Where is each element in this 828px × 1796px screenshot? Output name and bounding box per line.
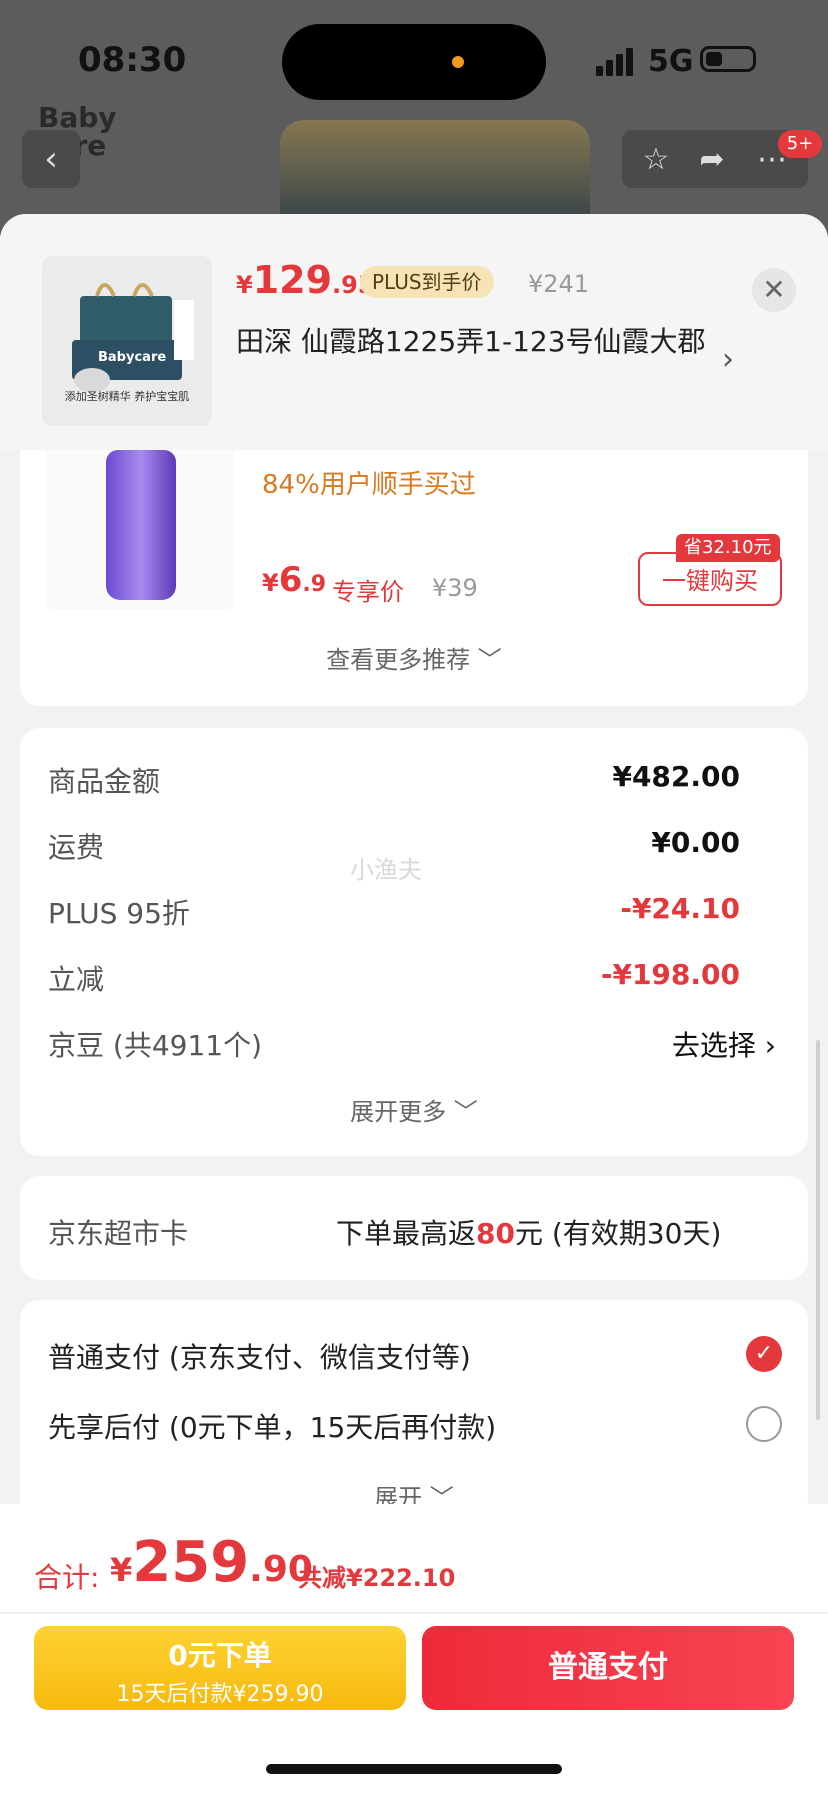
total-integer: 259: [132, 1530, 250, 1595]
signal-icon: [596, 48, 633, 76]
jingdou-select-link[interactable]: 去选择 ›: [672, 1024, 776, 1064]
summary-value-plus: -¥24.10: [620, 892, 740, 925]
brand-logo-line1: Baby: [38, 101, 117, 134]
card-text-pre: 下单最高返: [336, 1217, 477, 1250]
mic-indicator-icon: [452, 56, 464, 68]
recommend-tag: 专享价: [332, 578, 404, 606]
status-time: 08:30: [78, 40, 187, 80]
chevron-right-icon[interactable]: ›: [722, 342, 734, 377]
recommend-price: ¥6.9: [262, 560, 326, 600]
supermarket-card-label: 京东超市卡: [48, 1217, 189, 1250]
scrollbar[interactable]: [816, 1040, 820, 1420]
divider: [0, 1612, 828, 1614]
pay-later-line1: 0元下单: [168, 1639, 272, 1672]
recommend-bought-stat: 84%用户顺手买过: [262, 470, 476, 500]
expand-more-link[interactable]: 展开更多 ﹀: [0, 1092, 828, 1127]
payment-option-later[interactable]: 先享后付 (0元下单，15天后再付款): [48, 1406, 496, 1446]
total-amount: ¥259.90: [110, 1530, 313, 1595]
rec-price-symbol: ¥: [262, 569, 279, 597]
checked-radio-icon[interactable]: ✓: [746, 1336, 782, 1372]
unchecked-radio-icon[interactable]: [746, 1406, 782, 1442]
site-watermark-url: zhizhizhi.com: [690, 1762, 826, 1786]
share-icon[interactable]: ➦: [692, 140, 732, 180]
more-recommend-link[interactable]: 查看更多推荐 ﹀: [0, 640, 828, 675]
close-button[interactable]: ✕: [752, 268, 796, 312]
payment-option-normal[interactable]: 普通支付 (京东支付、微信支付等): [48, 1336, 471, 1376]
total-label: 合计:: [34, 1561, 100, 1594]
delivery-address[interactable]: 田深 仙霞路1225弄1-123号仙霞大郡: [236, 318, 716, 366]
original-price: ¥241: [528, 270, 590, 298]
total-symbol: ¥: [110, 1551, 133, 1589]
sheet-price: ¥129.95: [236, 258, 375, 302]
product-thumbnail[interactable]: Babycare 添加圣树精华 养护宝宝肌: [42, 256, 212, 426]
message-badge: 5+: [778, 130, 822, 158]
card-amount: 80: [476, 1217, 515, 1250]
rec-price-decimal: .9: [302, 572, 327, 597]
thumb-caption: 添加圣树精华 养护宝宝肌: [64, 390, 190, 403]
summary-label-goods: 商品金额: [48, 765, 161, 798]
summary-value-shipping: ¥0.00: [651, 826, 740, 859]
summary-value-goods: ¥482.00: [612, 760, 740, 793]
network-label: 5G: [648, 44, 694, 79]
shampoo-bottle-icon: [106, 450, 176, 600]
watermark-text: 小渔夫: [350, 856, 422, 884]
total-savings: 共减¥222.10: [298, 1564, 456, 1592]
summary-value-discount: -¥198.00: [600, 958, 740, 991]
pay-later-line2: 15天后付款¥259.90: [116, 1682, 324, 1707]
back-button[interactable]: ‹: [22, 130, 80, 188]
summary-label-jingdou: 京豆 (共4911个): [48, 1029, 263, 1062]
rec-price-integer: 6: [278, 560, 303, 600]
price-symbol: ¥: [236, 271, 253, 299]
summary-label-discount: 立减: [48, 963, 105, 996]
supermarket-card-desc: 下单最高返80元 (有效期30天): [336, 1212, 721, 1252]
normal-pay-button[interactable]: 普通支付: [422, 1626, 794, 1710]
thumb-brand: Babycare: [98, 350, 167, 365]
save-badge: 省32.10元: [676, 534, 780, 562]
pay-later-button[interactable]: 0元下单 15天后付款¥259.90: [34, 1626, 406, 1710]
home-indicator[interactable]: [266, 1764, 562, 1774]
battery-level: [706, 52, 722, 66]
price-integer: 129: [252, 258, 333, 302]
plus-price-tag: PLUS到手价: [360, 266, 494, 298]
favorite-star-icon[interactable]: ☆: [636, 140, 676, 180]
summary-label-plus: PLUS 95折: [48, 897, 190, 930]
summary-label-shipping: 运费: [48, 831, 105, 864]
site-watermark-logo: 值值值: [680, 1720, 806, 1766]
card-text-post: 元 (有效期30天): [514, 1217, 722, 1250]
dynamic-island: [282, 24, 546, 100]
recommend-original-price: ¥39: [432, 574, 478, 602]
